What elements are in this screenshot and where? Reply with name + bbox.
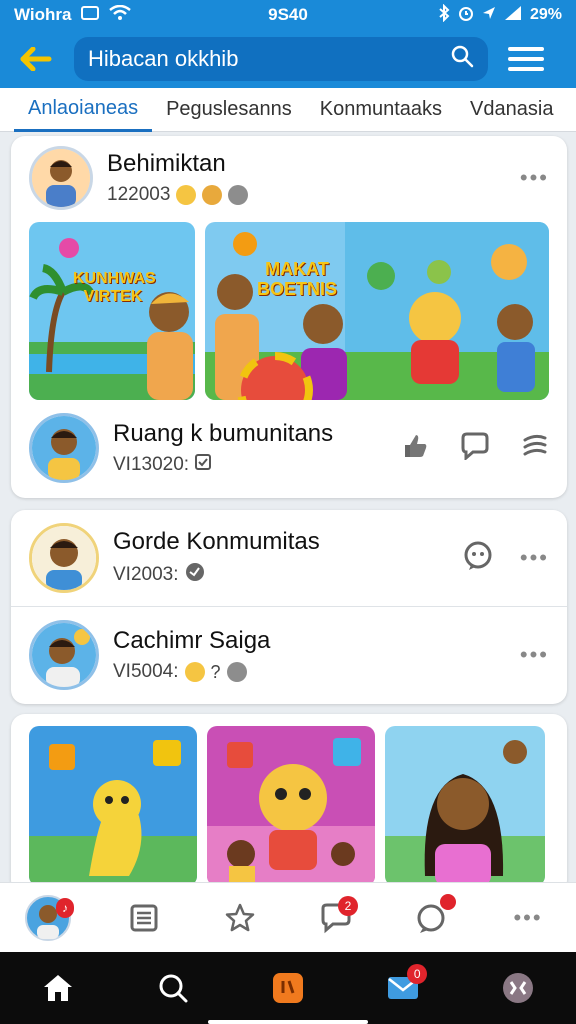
home-button[interactable] (28, 958, 88, 1018)
status-icon (185, 562, 205, 588)
menu-button[interactable] (508, 41, 544, 77)
app-launcher-button[interactable] (258, 958, 318, 1018)
search-icon[interactable] (450, 44, 474, 74)
comment-button[interactable] (459, 432, 491, 465)
smile-emoji-icon (176, 185, 197, 205)
location-icon (482, 5, 496, 26)
back-arrow-icon (20, 47, 52, 71)
clock: 9S40 (268, 5, 308, 24)
search-text: Hibacan okkhib (88, 46, 239, 71)
user-icon (503, 973, 534, 1003)
tab-vdanasia[interactable]: Vdanasia (456, 88, 567, 132)
more-tab[interactable]: ••• (498, 888, 558, 948)
tab-anlaoianeas[interactable]: Anlaoianeas (14, 88, 153, 132)
feed-tab[interactable] (114, 888, 174, 948)
globe-icon (228, 185, 249, 205)
signal-icon (504, 5, 522, 26)
home-indicator[interactable] (208, 1020, 368, 1024)
news-feed-icon (130, 904, 158, 931)
like-button[interactable] (401, 432, 429, 465)
app-icon (272, 973, 303, 1003)
smile-emoji-icon (184, 662, 205, 682)
app-header: Hibacan okkhib (0, 30, 576, 88)
post-card: Behimiktan 122003 ••• KUNHWAS VIRTEK MAK… (11, 136, 567, 498)
list-item[interactable]: Gorde Konmumitas VI2003: ••• (11, 510, 567, 606)
chat-icon[interactable] (462, 540, 494, 577)
menu-line (508, 67, 544, 71)
search-icon (159, 974, 188, 1003)
more-options-button[interactable]: ••• (520, 545, 549, 571)
search-nav-button[interactable] (143, 958, 203, 1018)
group-name: Cachimr Saiga (113, 627, 271, 654)
back-button[interactable] (14, 37, 58, 81)
home-icon (43, 975, 72, 1001)
search-input[interactable]: Hibacan okkhib (74, 37, 488, 81)
post-meta: 122003 (107, 184, 171, 205)
messages-tab[interactable] (402, 888, 462, 948)
avatar[interactable] (29, 413, 99, 483)
post-image[interactable]: MAKAT BOETNIS (205, 222, 549, 400)
menu-line (508, 57, 544, 61)
system-nav-bar: 0 (0, 952, 576, 1024)
mail-badge: 0 (407, 964, 428, 984)
avatar[interactable] (29, 620, 99, 690)
carrier-label: Wiohra (14, 5, 72, 24)
post-image[interactable]: KUNHWAS VIRTEK (29, 222, 195, 400)
group-name: Gorde Konmumitas (113, 528, 320, 555)
notification-badge: 2 (338, 895, 358, 916)
messages-badge (440, 893, 456, 910)
group-name[interactable]: Ruang k bumunitans (113, 420, 401, 448)
group-list-card: Gorde Konmumitas VI2003: ••• Cachimr Sai… (11, 510, 567, 704)
tab-peguslesanns[interactable]: Peguslesanns (152, 88, 306, 132)
globe-icon (226, 662, 247, 682)
profile-tab[interactable]: ♪ (18, 888, 78, 948)
notifications-tab[interactable]: 2 (306, 888, 366, 948)
gallery-image[interactable] (207, 726, 375, 886)
tab-bar: Anlaoianeas Peguslesanns Konmuntaaks Vda… (0, 88, 576, 132)
image-caption: MAKAT BOETNIS (257, 259, 338, 299)
group-meta: VI2003: (113, 564, 179, 585)
battery-label: 29% (529, 6, 562, 23)
question-icon: ? (210, 661, 221, 682)
mail-button[interactable]: 0 (373, 958, 433, 1018)
avatar[interactable] (29, 523, 99, 593)
tab-konmuntaaks[interactable]: Konmuntaaks (306, 88, 456, 132)
bottom-tab-bar: ♪ 2 ••• (0, 882, 576, 952)
status-bar: Wiohra 9S40 29% (0, 0, 576, 30)
avatar[interactable] (29, 146, 93, 210)
group-meta: VI13020: (113, 454, 190, 475)
alarm-icon (458, 5, 474, 26)
favorites-tab[interactable] (210, 888, 270, 948)
wifi-icon (109, 4, 132, 26)
post-author-name[interactable]: Behimiktan (107, 150, 520, 178)
profile-nav-button[interactable] (488, 958, 548, 1018)
profile-badge: ♪ (56, 897, 74, 918)
image-caption: KUNHWAS VIRTEK (73, 270, 156, 305)
bluetooth-icon (438, 3, 450, 27)
gallery-image[interactable] (385, 726, 545, 886)
more-options-button[interactable]: ••• (520, 165, 549, 191)
list-item[interactable]: Cachimr Saiga VI5004: ? ••• (11, 607, 567, 703)
laugh-emoji-icon (202, 185, 223, 205)
group-meta: VI5004: (113, 661, 179, 682)
menu-line (508, 47, 544, 51)
notification-icon (81, 5, 100, 26)
gallery-image[interactable] (29, 726, 197, 886)
more-options-button[interactable]: ••• (520, 642, 549, 668)
share-button[interactable] (521, 432, 549, 465)
gallery-card (11, 714, 567, 894)
star-icon (225, 903, 255, 931)
verified-icon (195, 454, 212, 476)
